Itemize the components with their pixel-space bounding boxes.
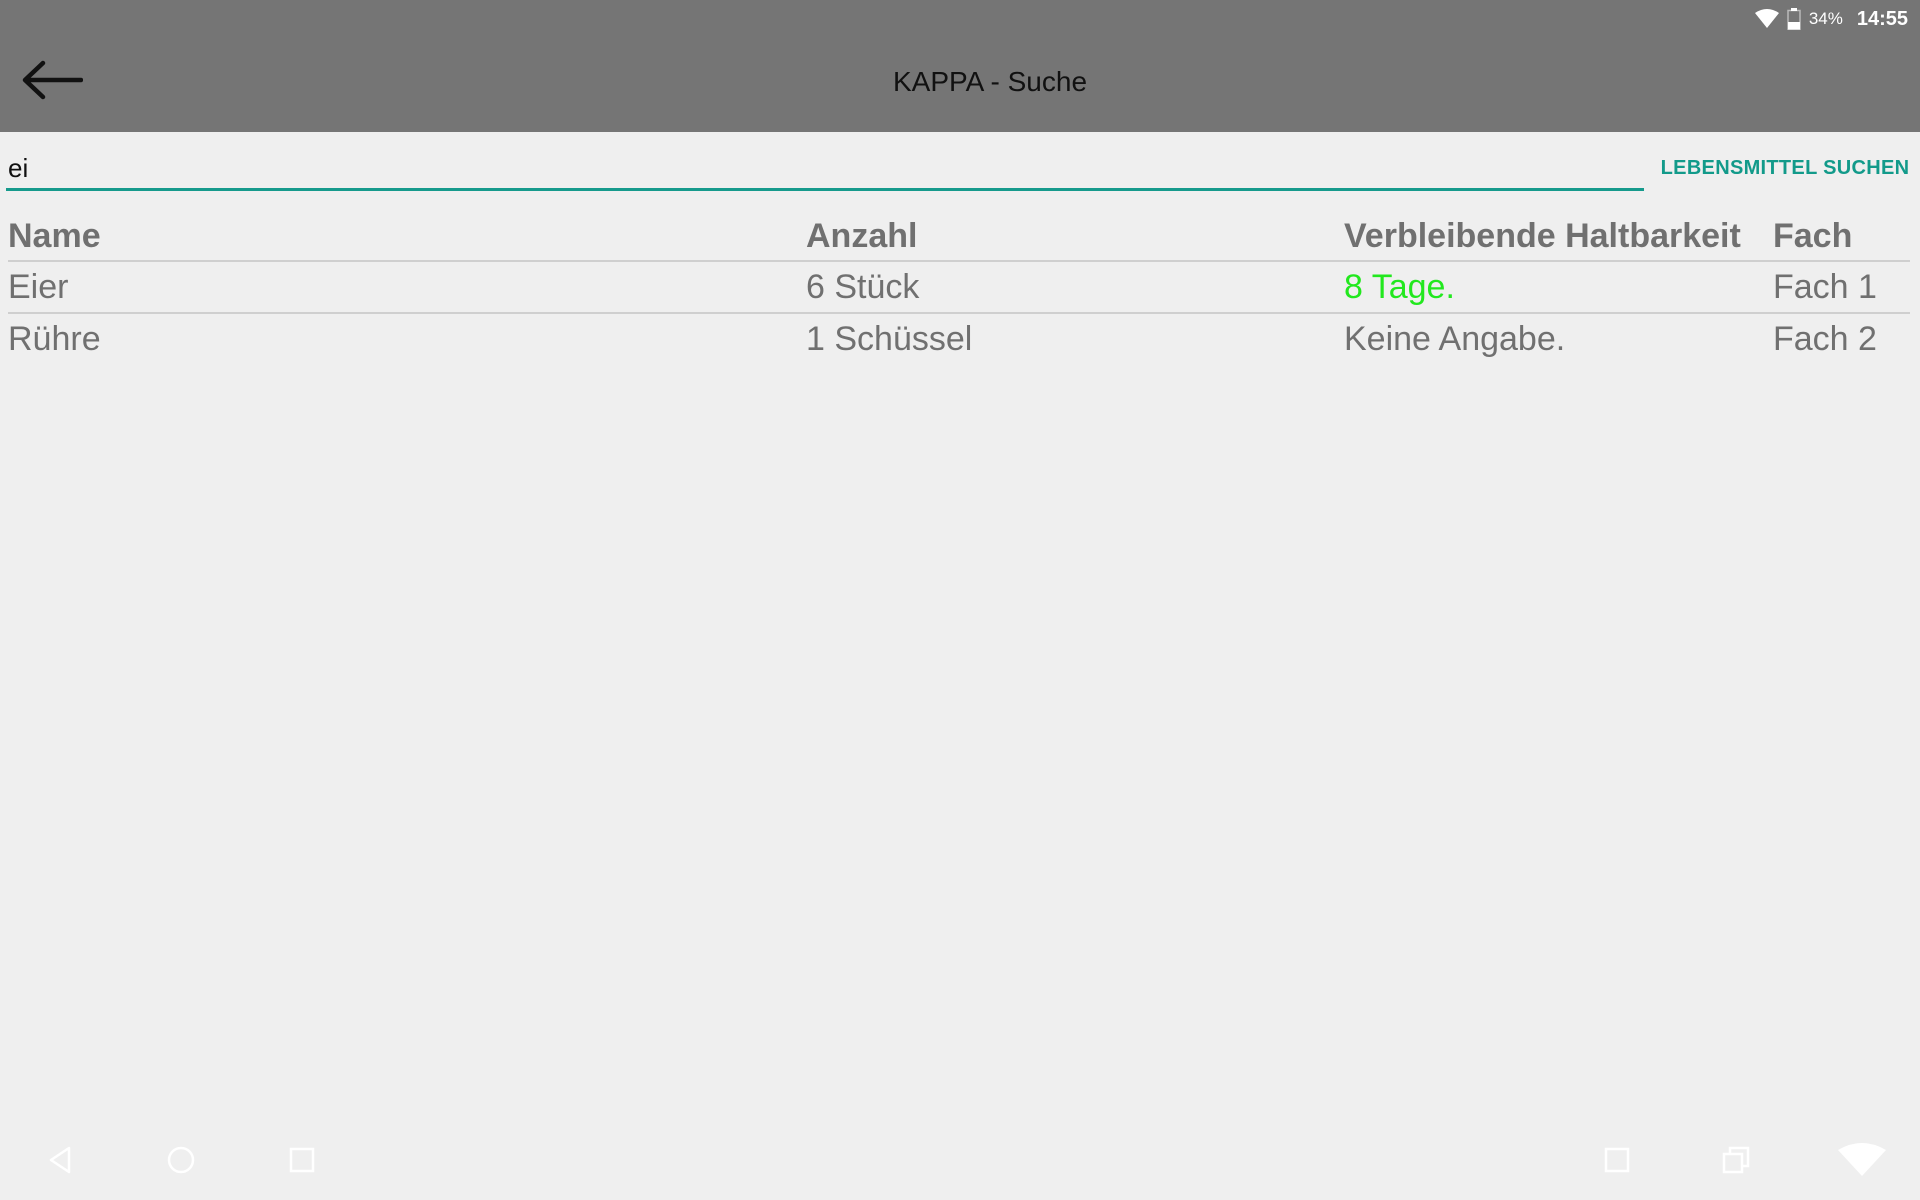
nav-recents-button[interactable]	[274, 1138, 330, 1186]
cell-amount: 6 Stück	[806, 267, 920, 306]
battery-icon	[1787, 8, 1801, 30]
screen: 34% 14:55 KAPPA - Suche LEBENSMITTEL SUC…	[0, 0, 1920, 1200]
square-icon	[1603, 1146, 1631, 1179]
cell-amount: 1 Schüssel	[806, 319, 973, 358]
multiwindow-icon	[1721, 1145, 1751, 1180]
wifi-icon	[1754, 9, 1779, 29]
status-bar: 34% 14:55	[1754, 6, 1908, 32]
table-row[interactable]: Eier 6 Stück 8 Tage. Fach 1	[8, 262, 1910, 314]
clock: 14:55	[1856, 7, 1908, 30]
navigation-bar	[0, 1126, 1920, 1200]
nav-multiwindow-button[interactable]	[1708, 1138, 1764, 1186]
search-input[interactable]	[6, 148, 1644, 191]
cell-name: Rühre	[8, 319, 101, 358]
search-button[interactable]: LEBENSMITTEL SUCHEN	[1660, 148, 1910, 188]
search-row: LEBENSMITTEL SUCHEN	[6, 140, 1910, 192]
triangle-back-icon	[45, 1145, 75, 1180]
cell-shelf-life: 8 Tage.	[1344, 267, 1455, 306]
circle-home-icon	[166, 1145, 196, 1180]
wifi-large-icon	[1838, 1142, 1886, 1183]
table-row[interactable]: Rühre 1 Schüssel Keine Angabe. Fach 2	[8, 314, 1910, 364]
cell-compartment: Fach 1	[1773, 267, 1877, 306]
column-header-name: Name	[8, 216, 101, 255]
results-table: Name Anzahl Verbleibende Haltbarkeit Fac…	[8, 212, 1910, 364]
cell-compartment: Fach 2	[1773, 319, 1877, 358]
page-title: KAPPA - Suche	[892, 66, 1088, 97]
table-header: Name Anzahl Verbleibende Haltbarkeit Fac…	[8, 212, 1910, 262]
column-header-amount: Anzahl	[806, 216, 918, 255]
cell-shelf-life: Keine Angabe.	[1344, 319, 1566, 358]
nav-back-button[interactable]	[32, 1138, 88, 1186]
app-bar: 34% 14:55 KAPPA - Suche	[0, 0, 1920, 132]
nav-wifi-button[interactable]	[1832, 1138, 1892, 1186]
battery-percent: 34%	[1808, 9, 1843, 28]
cell-name: Eier	[8, 267, 69, 306]
nav-home-button[interactable]	[153, 1138, 209, 1186]
back-button[interactable]	[16, 52, 88, 112]
column-header-compartment: Fach	[1773, 216, 1853, 255]
arrow-left-icon	[21, 59, 84, 106]
nav-square-button[interactable]	[1589, 1138, 1645, 1186]
column-header-shelf-life: Verbleibende Haltbarkeit	[1344, 216, 1741, 255]
square-recents-icon	[288, 1146, 316, 1179]
